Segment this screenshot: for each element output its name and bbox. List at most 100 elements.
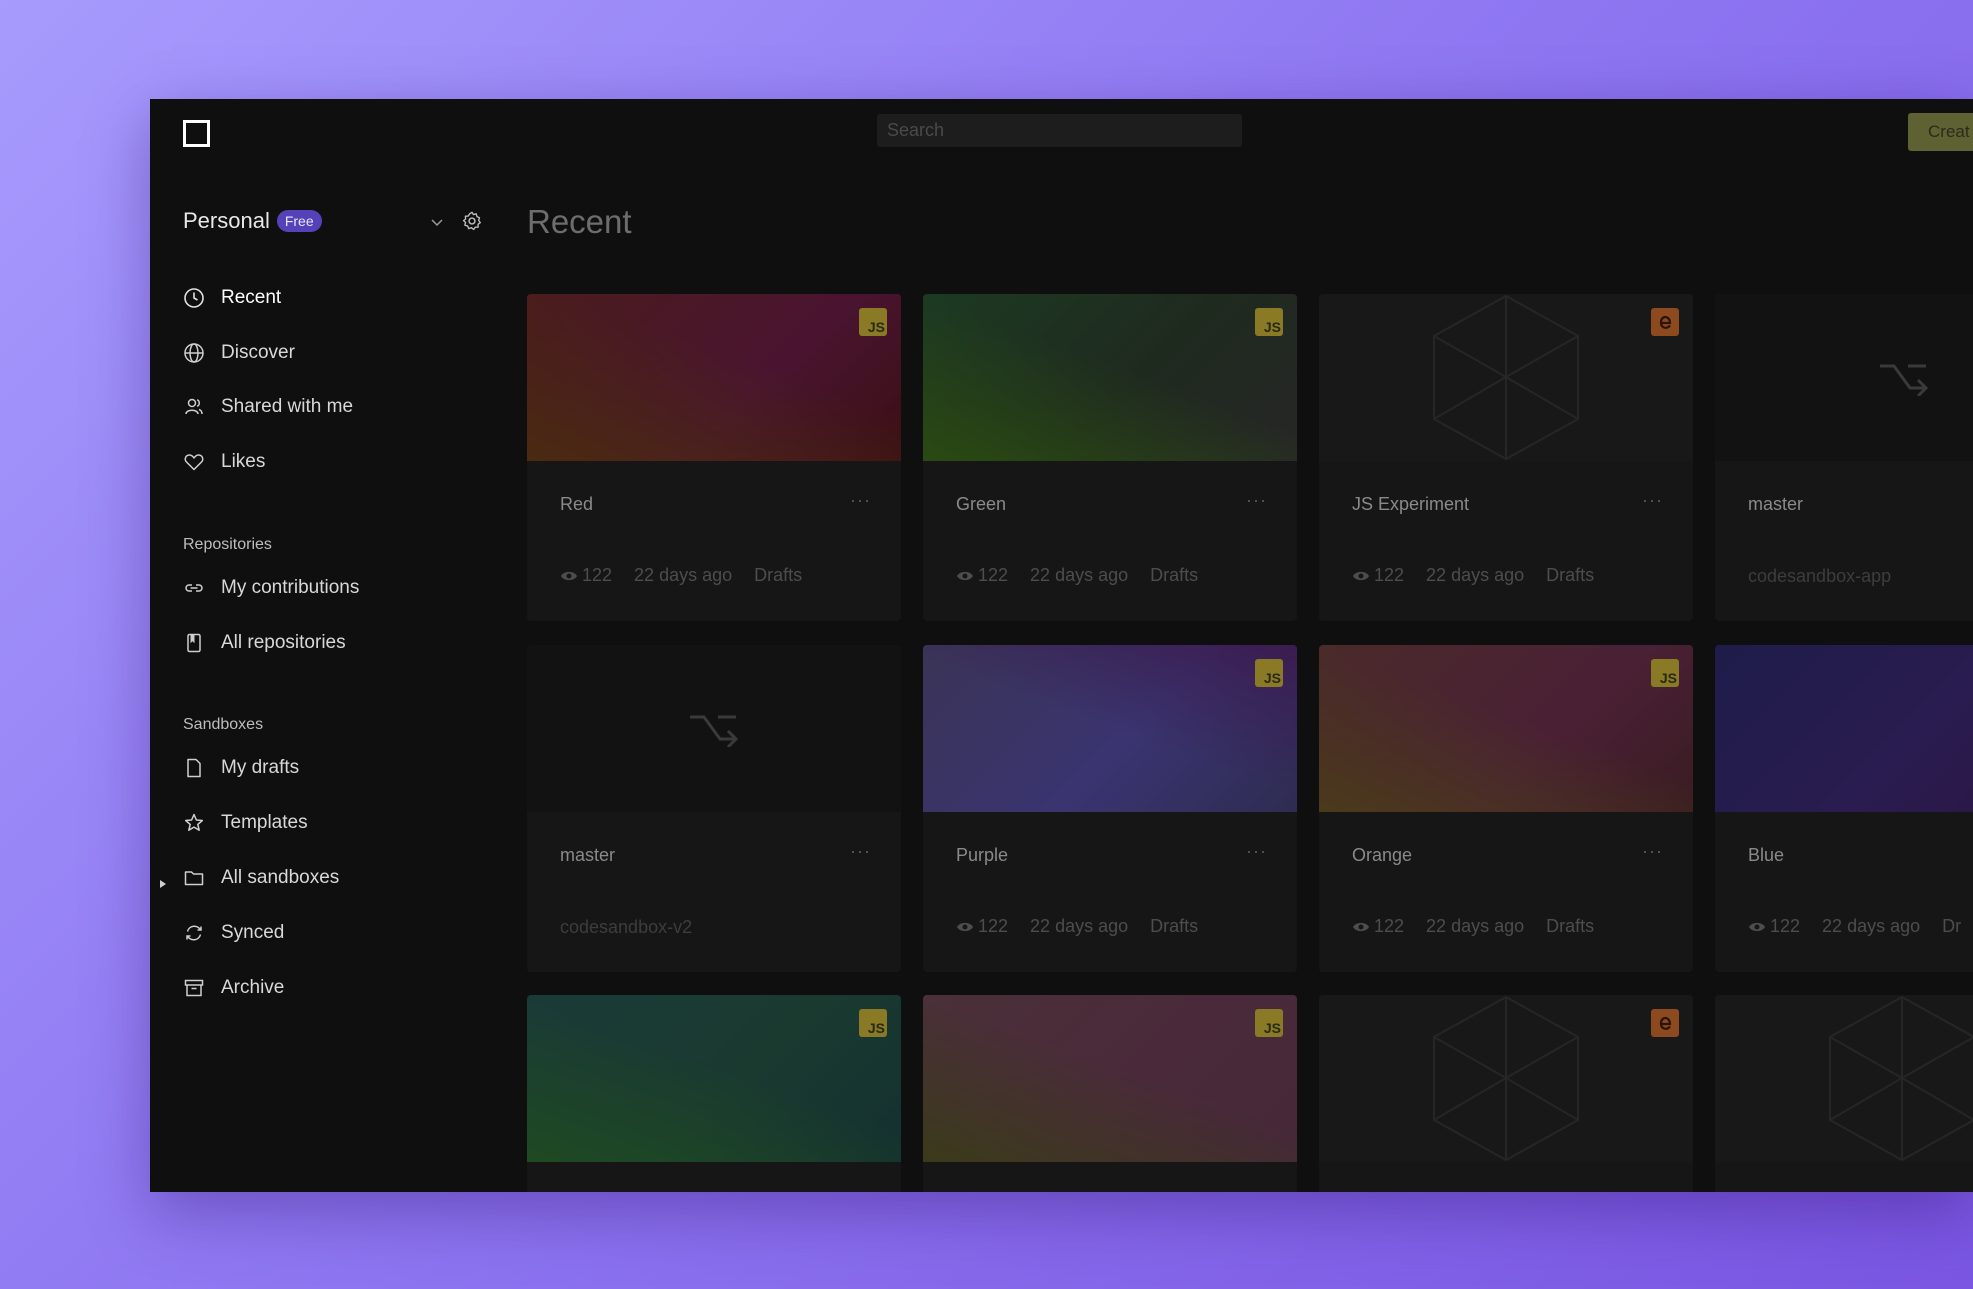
card-meta: 122 22 days ago Drafts	[956, 565, 1198, 586]
expand-caret-icon[interactable]	[158, 879, 168, 889]
js-badge-icon: JS	[1651, 659, 1679, 687]
workspace-switcher[interactable]: Personal Free	[183, 208, 322, 234]
file-icon	[187, 758, 201, 778]
view-count: 122	[582, 565, 613, 585]
more-options-icon[interactable]: ···	[1642, 490, 1663, 511]
timestamp: 22 days ago	[1030, 565, 1129, 585]
sandbox-card[interactable]	[1715, 995, 1973, 1192]
more-options-icon[interactable]: ···	[1246, 490, 1267, 511]
archive-icon	[184, 979, 204, 997]
sidebar-item-my-contributions[interactable]: My contributions	[183, 573, 359, 603]
globe-icon	[184, 343, 204, 363]
workspace-name: Personal	[183, 208, 270, 233]
e-badge-icon	[1651, 1009, 1679, 1037]
timestamp: 22 days ago	[1030, 916, 1129, 936]
folder-icon	[184, 871, 204, 886]
sandbox-card[interactable]: JS	[923, 995, 1297, 1192]
sidebar-item-all-repositories[interactable]: All repositories	[183, 628, 346, 658]
search-input[interactable]	[877, 114, 1242, 147]
card-title: Red	[560, 494, 594, 514]
sync-icon	[186, 925, 202, 941]
heart-icon	[184, 454, 204, 471]
sidebar-item-shared[interactable]: Shared with me	[183, 392, 353, 422]
js-badge-label: JS	[867, 319, 885, 335]
sidebar-item-label: Templates	[221, 812, 308, 833]
repositories-heading: Repositories	[183, 536, 272, 553]
folder-name: Drafts	[1546, 916, 1595, 936]
more-options-icon[interactable]: ···	[1246, 841, 1267, 862]
card-thumbnail	[923, 645, 1297, 812]
create-button-label: Creat	[1928, 122, 1970, 141]
card-thumbnail	[527, 995, 901, 1162]
sidebar-item-archive[interactable]: Archive	[183, 973, 284, 1003]
card-thumbnail	[527, 645, 901, 812]
card-meta: 122 22 days ago Drafts	[1352, 565, 1594, 586]
card-thumbnail	[1715, 645, 1973, 812]
sandbox-card[interactable]: JS	[527, 995, 901, 1192]
js-badge-icon: JS	[859, 308, 887, 336]
sandbox-card[interactable]: JS Purple ··· 122 22 days ago Drafts	[923, 645, 1297, 972]
card-title: Blue	[1748, 845, 1785, 865]
sidebar-item-recent[interactable]: Recent	[183, 283, 281, 313]
more-options-icon[interactable]: ···	[1642, 841, 1663, 862]
sidebar-item-all-sandboxes[interactable]: All sandboxes	[183, 863, 339, 893]
folder-name: Dr	[1942, 916, 1962, 936]
js-badge-icon: JS	[859, 1009, 887, 1037]
view-count: 122	[978, 565, 1009, 585]
repository-card[interactable]: master ··· codesandbox-v2	[527, 645, 901, 972]
repository-name: codesandbox-app	[1748, 566, 1892, 586]
card-title: Green	[956, 494, 1007, 514]
sandboxes-heading: Sandboxes	[183, 716, 264, 733]
create-button[interactable]: Creat	[1908, 113, 1973, 151]
js-badge-label: JS	[1659, 670, 1677, 686]
sidebar-item-likes[interactable]: Likes	[183, 447, 265, 477]
sidebar-item-synced[interactable]: Synced	[183, 918, 284, 948]
js-badge-icon: JS	[1255, 308, 1283, 336]
codesandbox-cube-icon	[1829, 995, 1973, 1162]
app-window: Creat Personal Free Recent Discover Shar…	[150, 99, 1973, 1192]
sandbox-card[interactable]: JS Green ··· 122 22 days ago Drafts	[923, 294, 1297, 621]
branch-icon	[690, 715, 739, 747]
sandbox-card[interactable]: Blue 122 22 days ago Dr	[1715, 645, 1973, 972]
sandbox-card[interactable]: JS Experiment ··· 122 22 days ago Drafts	[1319, 294, 1693, 621]
folder-name: Drafts	[1546, 565, 1595, 585]
sandbox-card[interactable]: JS Orange ··· 122 22 days ago Drafts	[1319, 645, 1693, 972]
sidebar-item-templates[interactable]: Templates	[183, 808, 308, 838]
star-icon	[184, 813, 204, 831]
repository-card[interactable]: master codesandbox-app	[1715, 294, 1973, 621]
more-options-icon[interactable]: ···	[850, 490, 871, 511]
sidebar-item-label: Discover	[221, 342, 295, 363]
sidebar-item-my-drafts[interactable]: My drafts	[183, 753, 299, 783]
sidebar-item-discover[interactable]: Discover	[183, 338, 295, 368]
card-thumbnail	[527, 294, 901, 461]
eye-icon	[957, 571, 973, 580]
eye-icon	[1353, 571, 1369, 580]
branch-icon	[1880, 364, 1929, 396]
sidebar-item-label: My drafts	[221, 757, 300, 778]
sandbox-card[interactable]: JS Red ··· 122 22 days ago Drafts	[527, 294, 901, 621]
folder-name: Drafts	[754, 565, 803, 585]
sidebar-item-label: Recent	[221, 287, 282, 308]
sidebar: Personal Free Recent Discover Shared wit…	[150, 99, 520, 1192]
sidebar-item-label: Shared with me	[221, 396, 354, 417]
js-badge-label: JS	[1263, 670, 1281, 686]
plan-badge: Free	[276, 210, 322, 232]
card-thumbnail	[1715, 294, 1973, 461]
sandbox-card[interactable]	[1319, 995, 1693, 1192]
more-options-icon[interactable]: ···	[850, 841, 871, 862]
eye-icon	[1749, 922, 1765, 931]
card-meta: 122 22 days ago Drafts	[1352, 916, 1594, 937]
eye-icon	[957, 922, 973, 931]
sidebar-item-label: Archive	[221, 977, 285, 998]
card-thumbnail	[1319, 995, 1693, 1162]
card-meta: 122 22 days ago Drafts	[560, 565, 802, 586]
e-badge-icon	[1651, 308, 1679, 336]
repository-icon	[187, 633, 201, 653]
sidebar-item-label: All repositories	[221, 632, 346, 653]
gear-icon[interactable]	[461, 210, 483, 232]
sidebar-item-label: All sandboxes	[221, 867, 340, 888]
chevron-down-icon[interactable]	[428, 213, 446, 231]
card-title: Orange	[1352, 845, 1413, 865]
card-title: master	[1748, 494, 1804, 514]
timestamp: 22 days ago	[1426, 916, 1525, 936]
